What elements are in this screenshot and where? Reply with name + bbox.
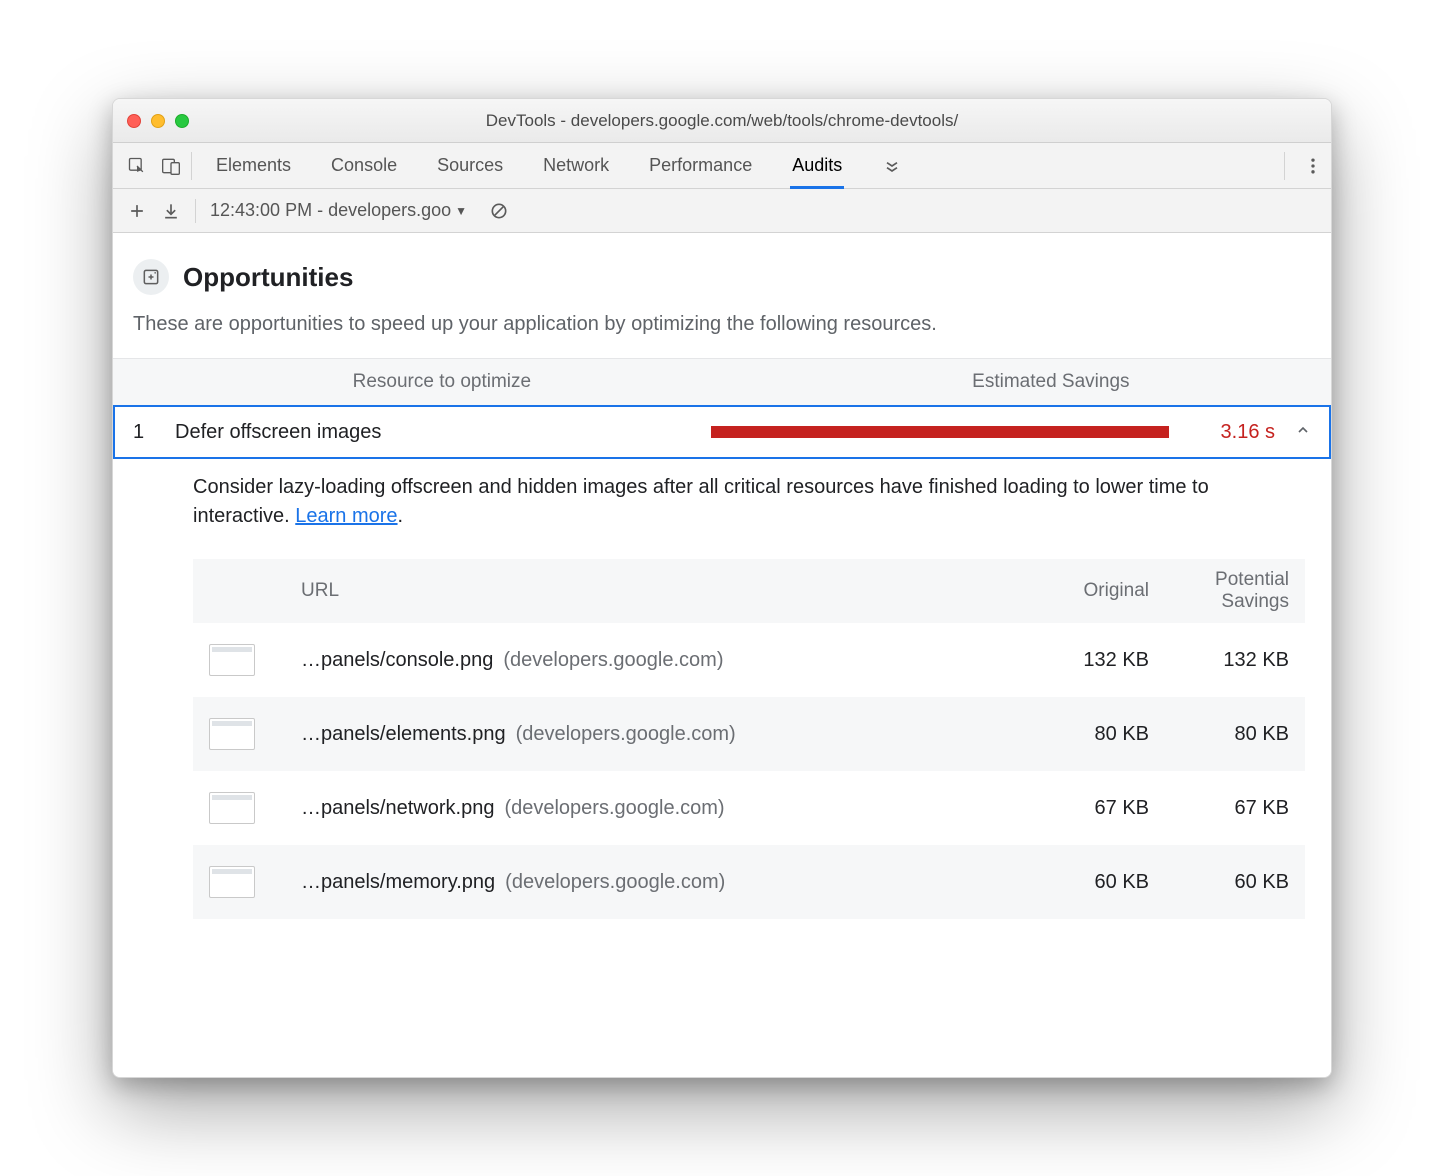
resource-original: 60 KB <box>1009 871 1149 894</box>
opportunity-detail-suffix: . <box>398 505 404 527</box>
resource-thumbnail <box>209 718 255 750</box>
resource-original: 80 KB <box>1009 723 1149 746</box>
audits-content: Opportunities These are opportunities to… <box>113 233 1331 1077</box>
opportunities-title: Opportunities <box>183 262 353 293</box>
th-original: Original <box>1009 580 1149 602</box>
resource-domain: (developers.google.com) <box>503 649 723 672</box>
tab-label: Audits <box>792 155 842 176</box>
inspect-element-icon[interactable] <box>127 156 147 176</box>
resource-row[interactable]: …panels/memory.png (developers.google.co… <box>193 845 1305 919</box>
traffic-lights <box>127 114 189 128</box>
resource-table: URL Original Potential Savings …panels/c… <box>193 559 1305 919</box>
th-savings: Estimated Savings <box>771 371 1331 393</box>
th-resource: Resource to optimize <box>113 371 771 393</box>
learn-more-link[interactable]: Learn more <box>295 505 397 527</box>
tab-console[interactable]: Console <box>329 143 399 189</box>
opportunities-description: These are opportunities to speed up your… <box>113 305 1331 358</box>
resource-savings: 60 KB <box>1149 871 1289 894</box>
zoom-window-button[interactable] <box>175 114 189 128</box>
opportunity-title: Defer offscreen images <box>175 421 695 444</box>
opportunity-row[interactable]: 1 Defer offscreen images 3.16 s <box>113 405 1331 459</box>
resource-url: …panels/console.png <box>301 649 493 672</box>
audits-toolbar: 12:43:00 PM - developers.goo ▼ <box>113 189 1331 233</box>
download-report-icon[interactable] <box>161 201 181 221</box>
tab-audits[interactable]: Audits <box>790 143 844 189</box>
opportunities-section-icon <box>133 259 169 295</box>
resource-domain: (developers.google.com) <box>504 797 724 820</box>
tab-performance[interactable]: Performance <box>647 143 754 189</box>
caret-down-icon: ▼ <box>455 204 467 218</box>
tab-label: Network <box>543 155 609 176</box>
tab-elements[interactable]: Elements <box>214 143 293 189</box>
opportunity-index: 1 <box>133 421 159 444</box>
tab-network[interactable]: Network <box>541 143 611 189</box>
titlebar: DevTools - developers.google.com/web/too… <box>113 99 1331 143</box>
th-url: URL <box>209 580 1009 602</box>
tab-label: Elements <box>216 155 291 176</box>
resource-original: 132 KB <box>1009 649 1149 672</box>
audit-report-label: 12:43:00 PM - developers.goo <box>210 200 451 221</box>
resource-url: …panels/elements.png <box>301 723 506 746</box>
opportunity-detail: Consider lazy-loading offscreen and hidd… <box>113 459 1331 537</box>
new-audit-icon[interactable] <box>127 201 147 221</box>
devtools-window: DevTools - developers.google.com/web/too… <box>112 98 1332 1078</box>
minimize-window-button[interactable] <box>151 114 165 128</box>
resource-thumbnail <box>209 866 255 898</box>
tab-sources[interactable]: Sources <box>435 143 505 189</box>
resource-thumbnail <box>209 792 255 824</box>
resource-row[interactable]: …panels/network.png (developers.google.c… <box>193 771 1305 845</box>
resource-savings: 67 KB <box>1149 797 1289 820</box>
devtools-menu-icon[interactable] <box>1303 156 1323 176</box>
close-window-button[interactable] <box>127 114 141 128</box>
resource-url: …panels/network.png <box>301 797 494 820</box>
devtools-tabstrip: Elements Console Sources Network Perform… <box>113 143 1331 189</box>
resource-thumbnail <box>209 644 255 676</box>
th-potential-savings: Potential Savings <box>1149 569 1289 613</box>
tab-label: Console <box>331 155 397 176</box>
resource-row[interactable]: …panels/console.png (developers.google.c… <box>193 623 1305 697</box>
opportunity-table-header: Resource to optimize Estimated Savings <box>113 358 1331 406</box>
resource-savings: 132 KB <box>1149 649 1289 672</box>
window-title: DevTools - developers.google.com/web/too… <box>113 111 1331 131</box>
more-tabs-icon[interactable] <box>882 156 902 176</box>
resource-row[interactable]: …panels/elements.png (developers.google.… <box>193 697 1305 771</box>
opportunity-savings-bar <box>711 426 1169 438</box>
clear-icon[interactable] <box>489 201 509 221</box>
resource-original: 67 KB <box>1009 797 1149 820</box>
toggle-device-toolbar-icon[interactable] <box>161 156 181 176</box>
resource-url: …panels/memory.png <box>301 871 495 894</box>
audit-report-selector[interactable]: 12:43:00 PM - developers.goo ▼ <box>210 200 467 221</box>
opportunity-savings-time: 3.16 s <box>1185 421 1275 444</box>
panel-tabs: Elements Console Sources Network Perform… <box>202 143 1274 189</box>
resource-table-header: URL Original Potential Savings <box>193 559 1305 623</box>
resource-domain: (developers.google.com) <box>516 723 736 746</box>
resource-domain: (developers.google.com) <box>505 871 725 894</box>
tab-label: Performance <box>649 155 752 176</box>
tab-label: Sources <box>437 155 503 176</box>
resource-savings: 80 KB <box>1149 723 1289 746</box>
chevron-up-icon[interactable] <box>1291 421 1315 444</box>
